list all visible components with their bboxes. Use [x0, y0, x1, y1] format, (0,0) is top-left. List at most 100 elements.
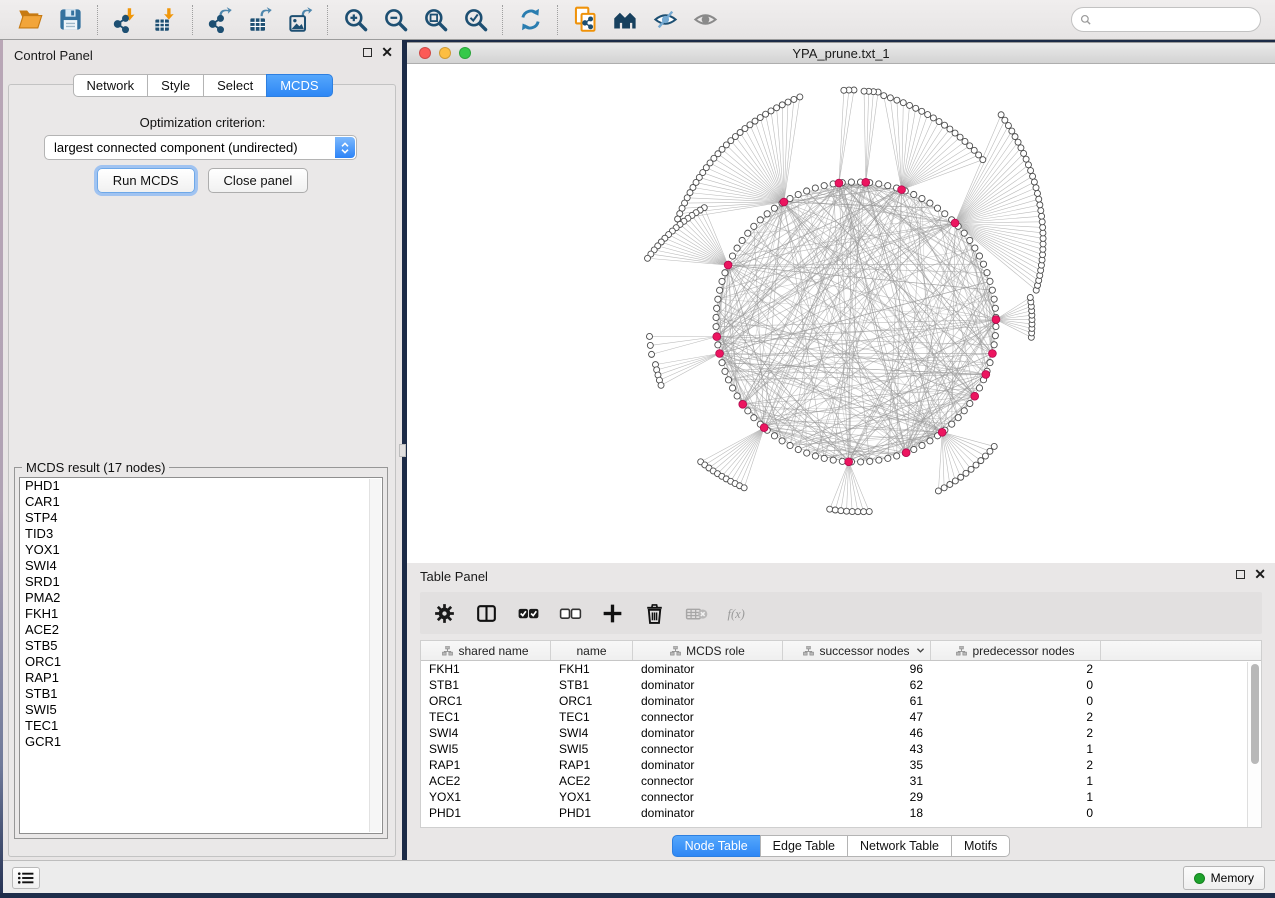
table-cell[interactable]: ORC1 — [551, 693, 633, 709]
deselect-all-rows-button[interactable] — [552, 595, 589, 631]
table-cell[interactable]: connector — [633, 741, 783, 757]
table-settings-button[interactable] — [426, 595, 463, 631]
table-row[interactable]: PHD1PHD1dominator180 — [421, 805, 1261, 821]
optimization-criterion-select[interactable]: largest connected component (undirected) — [44, 135, 357, 160]
table-row[interactable]: STB1STB1dominator620 — [421, 677, 1261, 693]
table-cell[interactable]: TEC1 — [421, 709, 551, 725]
mcds-result-item[interactable]: ACE2 — [20, 622, 382, 638]
task-history-button[interactable] — [12, 867, 40, 889]
table-cell[interactable]: ACE2 — [551, 773, 633, 789]
table-cell[interactable]: 62 — [783, 677, 931, 693]
mcds-result-item[interactable]: STP4 — [20, 510, 382, 526]
table-cell[interactable]: 1 — [931, 789, 1101, 805]
import-network-button[interactable] — [105, 3, 145, 37]
table-scrollbar-thumb[interactable] — [1251, 664, 1259, 764]
close-panel-icon[interactable]: ✕ — [381, 48, 393, 57]
network-graph[interactable] — [407, 64, 1275, 563]
table-row[interactable]: RAP1RAP1dominator352 — [421, 757, 1261, 773]
hide-selected-button[interactable] — [645, 3, 685, 37]
tab-node-table[interactable]: Node Table — [672, 835, 761, 857]
column-header-name[interactable]: name — [551, 641, 633, 660]
save-session-button[interactable] — [50, 3, 90, 37]
mcds-result-item[interactable]: GCR1 — [20, 734, 382, 750]
column-header-MCDS-role[interactable]: MCDS role — [633, 641, 783, 660]
table-cell[interactable]: FKH1 — [551, 661, 633, 677]
float-table-panel-icon[interactable] — [1236, 570, 1245, 579]
table-cell[interactable]: RAP1 — [551, 757, 633, 773]
table-cell[interactable]: 18 — [783, 805, 931, 821]
tab-network[interactable]: Network — [72, 74, 148, 97]
mcds-result-item[interactable]: RAP1 — [20, 670, 382, 686]
search-input[interactable] — [1097, 13, 1252, 27]
export-table-button[interactable] — [240, 3, 280, 37]
mcds-result-item[interactable]: PHD1 — [20, 478, 382, 494]
refresh-button[interactable] — [510, 3, 550, 37]
table-cell[interactable]: 1 — [931, 741, 1101, 757]
mcds-result-item[interactable]: TEC1 — [20, 718, 382, 734]
add-row-button[interactable] — [594, 595, 631, 631]
tab-motifs[interactable]: Motifs — [951, 835, 1010, 857]
close-panel-button[interactable]: Close panel — [208, 168, 309, 193]
table-cell[interactable]: 46 — [783, 725, 931, 741]
table-cell[interactable]: YOX1 — [421, 789, 551, 805]
table-cell[interactable]: 47 — [783, 709, 931, 725]
table-cell[interactable]: dominator — [633, 805, 783, 821]
open-file-button[interactable] — [10, 3, 50, 37]
mcds-result-item[interactable]: FKH1 — [20, 606, 382, 622]
zoom-in-button[interactable] — [335, 3, 375, 37]
table-cell[interactable]: TEC1 — [551, 709, 633, 725]
tab-edge-table[interactable]: Edge Table — [760, 835, 848, 857]
table-cell[interactable]: dominator — [633, 677, 783, 693]
table-cell[interactable]: 0 — [931, 693, 1101, 709]
table-cell[interactable]: connector — [633, 789, 783, 805]
clone-network-button[interactable] — [565, 3, 605, 37]
table-cell[interactable]: dominator — [633, 725, 783, 741]
first-neighbors-button[interactable] — [605, 3, 645, 37]
table-cell[interactable]: 43 — [783, 741, 931, 757]
table-cell[interactable]: SWI5 — [421, 741, 551, 757]
mcds-result-item[interactable]: TID3 — [20, 526, 382, 542]
table-cell[interactable]: connector — [633, 709, 783, 725]
column-view-button[interactable] — [468, 595, 505, 631]
network-canvas[interactable] — [407, 64, 1275, 563]
table-row[interactable]: TEC1TEC1connector472 — [421, 709, 1261, 725]
table-cell[interactable]: 61 — [783, 693, 931, 709]
close-table-panel-icon[interactable]: ✕ — [1254, 570, 1266, 579]
table-cell[interactable]: STB1 — [421, 677, 551, 693]
table-cell[interactable]: ACE2 — [421, 773, 551, 789]
table-row[interactable]: SWI4SWI4dominator462 — [421, 725, 1261, 741]
table-cell[interactable]: SWI4 — [421, 725, 551, 741]
zoom-fit-button[interactable] — [415, 3, 455, 37]
delete-row-button[interactable] — [636, 595, 673, 631]
table-cell[interactable]: 2 — [931, 725, 1101, 741]
table-cell[interactable]: YOX1 — [551, 789, 633, 805]
table-cell[interactable]: 2 — [931, 661, 1101, 677]
memory-button[interactable]: Memory — [1183, 866, 1265, 890]
table-cell[interactable]: connector — [633, 773, 783, 789]
zoom-out-button[interactable] — [375, 3, 415, 37]
table-cell[interactable]: 96 — [783, 661, 931, 677]
run-mcds-button[interactable]: Run MCDS — [97, 168, 195, 193]
table-cell[interactable]: 31 — [783, 773, 931, 789]
search-field[interactable] — [1071, 7, 1261, 32]
table-cell[interactable]: 0 — [931, 677, 1101, 693]
table-cell[interactable]: 2 — [931, 709, 1101, 725]
mcds-list-scrollbar[interactable] — [369, 479, 381, 832]
table-cell[interactable]: PHD1 — [421, 805, 551, 821]
panel-splitter-handle[interactable] — [399, 444, 406, 457]
mcds-result-item[interactable]: STB5 — [20, 638, 382, 654]
import-table-button[interactable] — [145, 3, 185, 37]
table-row[interactable]: FKH1FKH1dominator962 — [421, 661, 1261, 677]
table-cell[interactable]: ORC1 — [421, 693, 551, 709]
table-cell[interactable]: STB1 — [551, 677, 633, 693]
column-header-predecessor-nodes[interactable]: predecessor nodes — [931, 641, 1101, 660]
mcds-result-item[interactable]: STB1 — [20, 686, 382, 702]
tab-select[interactable]: Select — [203, 74, 267, 97]
table-cell[interactable]: RAP1 — [421, 757, 551, 773]
mcds-result-item[interactable]: CAR1 — [20, 494, 382, 510]
table-row[interactable]: ACE2ACE2connector311 — [421, 773, 1261, 789]
table-cell[interactable]: FKH1 — [421, 661, 551, 677]
table-cell[interactable]: 29 — [783, 789, 931, 805]
table-cell[interactable]: SWI5 — [551, 741, 633, 757]
mcds-result-item[interactable]: SWI5 — [20, 702, 382, 718]
